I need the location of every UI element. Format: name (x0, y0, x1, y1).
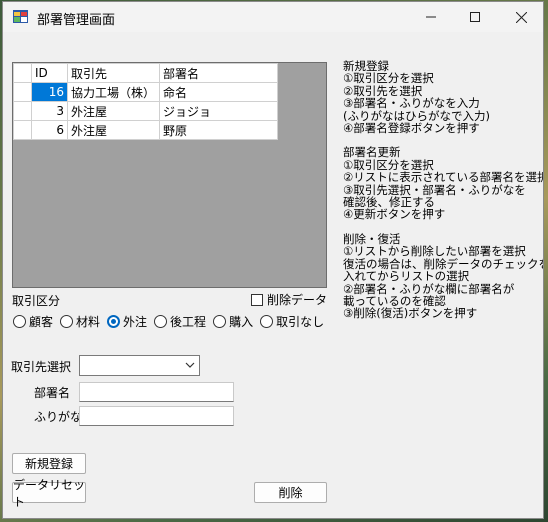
radio-atokotei[interactable]: 後工程 (154, 313, 206, 330)
radio-zairyo[interactable]: 材料 (60, 313, 100, 330)
cell-busho[interactable]: 命名 (159, 82, 278, 102)
instruction-line: ④部署名登録ボタンを押す (343, 121, 480, 136)
radio-label[interactable]: 顧客 (29, 313, 53, 330)
instructions-new: 新規登録 ①取引区分を選択 ②取引先を選択 ③部署名・ふりがなを入力 (ふりがな… (343, 60, 543, 136)
department-table: ID 取引先 部署名 16 協力工場（株） 命名 3 外注屋 ジョジョ 6 外注… (13, 63, 278, 140)
minimize-button[interactable] (409, 2, 453, 32)
deleted-data-checkbox[interactable]: 削除データ (251, 291, 327, 308)
maximize-button[interactable] (453, 2, 497, 32)
main-window: 部署管理画面 ID 取引先 部署名 16 協力工場（株） 命名 3 外注屋 ジョ… (2, 1, 544, 519)
cell-id[interactable]: 6 (31, 120, 68, 140)
radio-indicator[interactable] (154, 315, 168, 328)
minimize-icon (426, 16, 436, 18)
instruction-line: 入れてからリストの選択 (343, 269, 470, 284)
deleted-data-label[interactable]: 削除データ (267, 291, 327, 308)
radio-kokyaku[interactable]: 顧客 (13, 313, 53, 330)
table-header-row: ID 取引先 部署名 (13, 63, 278, 83)
instructions-update: 部署名更新 ①取引区分を選択 ②リストに表示されている部署名を選択 ③取引先選択… (343, 145, 544, 222)
table-row[interactable]: 16 協力工場（株） 命名 (13, 82, 278, 102)
instruction-line: ④更新ボタンを押す (343, 207, 446, 222)
app-icon (13, 10, 28, 23)
instruction-line: 部署名更新 (343, 145, 401, 160)
column-header-busho[interactable]: 部署名 (159, 63, 278, 83)
cell-torihikisaki[interactable]: 外注屋 (67, 120, 160, 140)
cell-torihikisaki[interactable]: 外注屋 (67, 101, 160, 121)
radio-label[interactable]: 材料 (76, 313, 100, 330)
torihikisaki-select[interactable] (79, 355, 200, 376)
cell-id[interactable]: 16 (31, 82, 68, 102)
delete-button[interactable]: 削除 (254, 482, 327, 503)
radio-label[interactable]: 後工程 (170, 313, 206, 330)
close-icon (515, 11, 527, 23)
instruction-line: ③部署名・ふりがなを入力 (343, 96, 480, 111)
cell-torihikisaki[interactable]: 協力工場（株） (67, 82, 160, 102)
furigana-input[interactable] (79, 406, 234, 426)
new-register-button[interactable]: 新規登録 (12, 453, 86, 474)
torihiki-kubun-label: 取引区分 (12, 294, 61, 308)
cell-busho[interactable]: ジョジョ (159, 101, 278, 121)
radio-torihiki-nashi[interactable]: 取引なし (260, 313, 324, 330)
column-header-id[interactable]: ID (31, 63, 68, 83)
radio-gaichu[interactable]: 外注 (107, 313, 147, 330)
cell-id[interactable]: 3 (31, 101, 68, 121)
radio-indicator[interactable] (60, 315, 74, 328)
instruction-line: ②リストに表示されている部署名を選択 (343, 170, 544, 185)
chevron-down-icon[interactable] (185, 360, 195, 370)
column-header-torihikisaki[interactable]: 取引先 (67, 63, 160, 83)
title-bar: 部署管理画面 (3, 2, 543, 32)
radio-indicator[interactable] (213, 315, 227, 328)
busho-input[interactable] (79, 382, 234, 402)
radio-label[interactable]: 取引なし (276, 313, 324, 330)
radio-indicator[interactable] (260, 315, 274, 328)
instructions-delete: 削除・復活 ①リストから削除したい部署を選択 復活の場合は、削除データのチェック… (343, 232, 543, 321)
radio-indicator[interactable] (13, 315, 26, 328)
table-row[interactable]: 6 外注屋 野原 (13, 120, 278, 140)
maximize-icon (470, 12, 480, 22)
torihiki-kubun-radio-group: 顧客 材料 外注 後工程 購入 取引なし (13, 313, 331, 330)
instruction-line: ①リストから削除したい部署を選択 (343, 244, 526, 259)
row-header[interactable] (13, 101, 32, 121)
checkbox-box[interactable] (251, 293, 263, 306)
department-grid[interactable]: ID 取引先 部署名 16 協力工場（株） 命名 3 外注屋 ジョジョ 6 外注… (12, 62, 327, 288)
radio-label[interactable]: 購入 (229, 313, 253, 330)
radio-konyu[interactable]: 購入 (213, 313, 253, 330)
instruction-line: ③削除(復活)ボタンを押す (343, 306, 478, 321)
cell-busho[interactable]: 野原 (159, 120, 278, 140)
furigana-label: ふりがな (34, 410, 83, 424)
window-title: 部署管理画面 (37, 13, 116, 28)
busho-label: 部署名 (34, 386, 71, 400)
instructions-panel: 新規登録 ①取引区分を選択 ②取引先を選択 ③部署名・ふりがなを入力 (ふりがな… (343, 60, 543, 332)
data-reset-button[interactable]: データリセット (12, 478, 86, 509)
close-button[interactable] (499, 2, 543, 32)
row-header-corner (13, 63, 32, 83)
torihikisaki-select-label: 取引先選択 (11, 360, 72, 374)
table-row[interactable]: 3 外注屋 ジョジョ (13, 101, 278, 121)
radio-indicator-selected[interactable] (107, 315, 121, 328)
row-header[interactable] (13, 120, 32, 140)
instruction-line: ①取引区分を選択 (343, 71, 434, 86)
radio-label[interactable]: 外注 (123, 313, 147, 330)
row-header[interactable] (13, 82, 32, 102)
